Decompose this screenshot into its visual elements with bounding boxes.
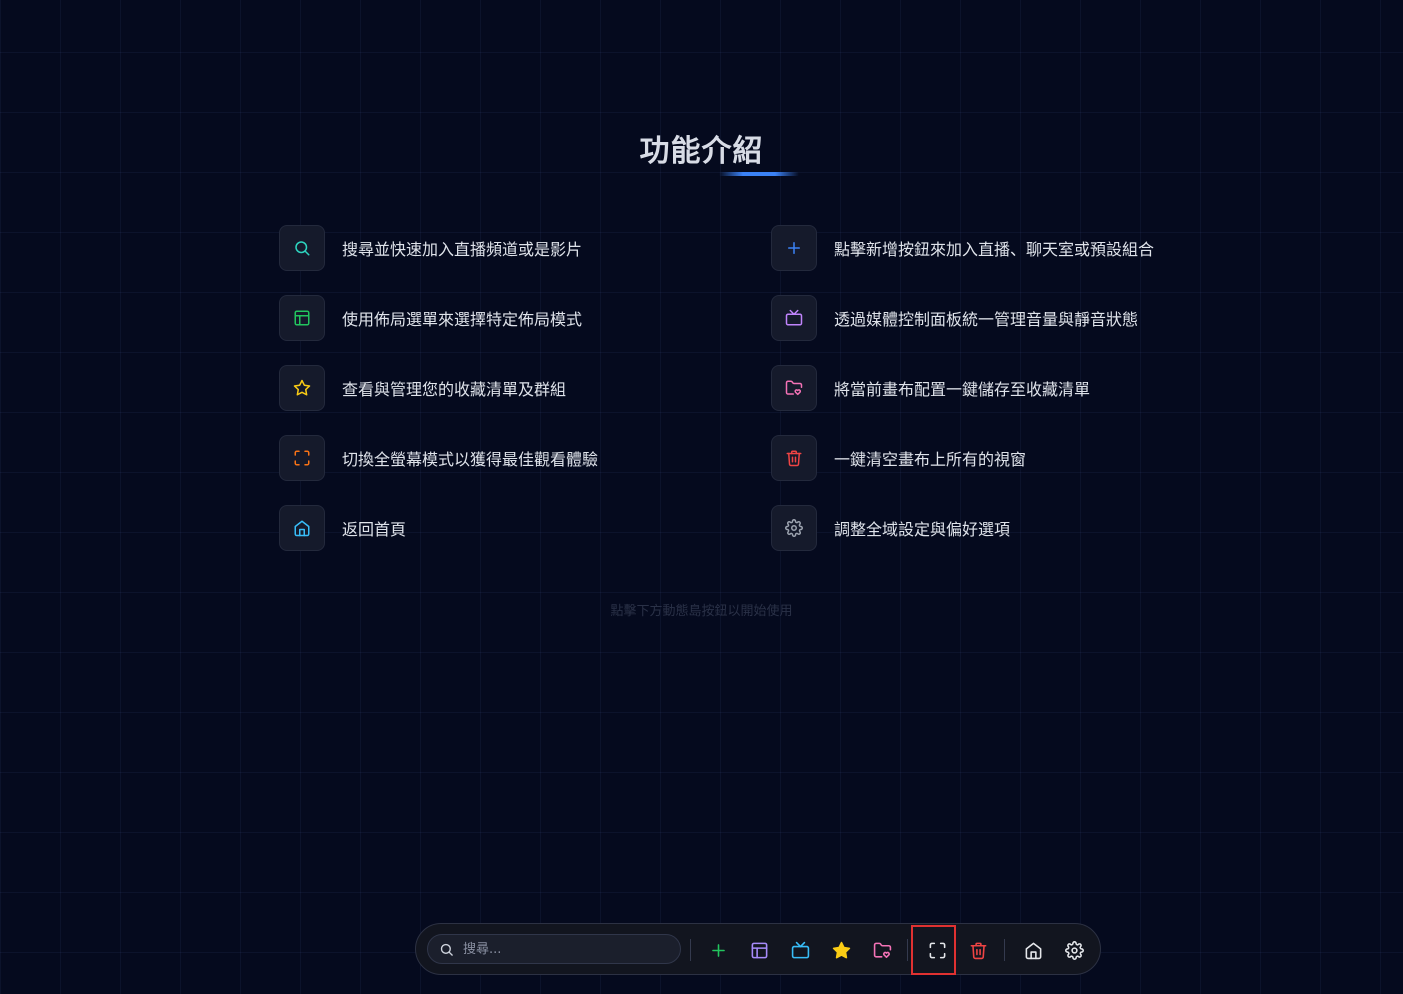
folder-heart-icon [873, 941, 892, 960]
feature-text: 將當前畫布配置一鍵儲存至收藏清單 [834, 380, 1091, 399]
feature-icon-box [279, 435, 325, 481]
media-button[interactable] [785, 935, 815, 965]
trash-icon [969, 941, 988, 960]
dock-divider [1004, 939, 1005, 961]
feature-icon-box [771, 435, 817, 481]
feature-clear: 一鍵清空畫布上所有的視窗 [771, 435, 1026, 481]
save-favorite-button[interactable] [867, 935, 897, 965]
feature-media: 透過媒體控制面板統一管理音量與靜音狀態 [771, 295, 1138, 341]
feature-text: 返回首頁 [342, 520, 407, 539]
feature-icon-box [279, 365, 325, 411]
settings-button[interactable] [1059, 935, 1089, 965]
feature-icon-box [279, 505, 325, 551]
dock-divider [907, 939, 908, 961]
favorites-button[interactable] [826, 935, 856, 965]
feature-text: 一鍵清空畫布上所有的視窗 [834, 450, 1027, 469]
feature-icon-box [279, 225, 325, 271]
feature-icon-box [279, 295, 325, 341]
tv-icon [785, 309, 803, 327]
feature-icon-box [771, 225, 817, 271]
layout-icon [750, 941, 769, 960]
fullscreen-icon [293, 449, 311, 467]
star-icon [293, 379, 311, 397]
trash-icon [785, 449, 803, 467]
highlight-box [911, 925, 956, 975]
layout-icon [293, 309, 311, 327]
tv-icon [791, 941, 810, 960]
feature-text: 查看與管理您的收藏清單及群組 [342, 380, 567, 399]
feature-favorites: 查看與管理您的收藏清單及群組 [279, 365, 566, 411]
feature-text: 搜尋並快速加入直播頻道或是影片 [342, 240, 583, 259]
feature-icon-box [771, 365, 817, 411]
feature-fullscreen: 切換全螢幕模式以獲得最佳觀看體驗 [279, 435, 598, 481]
feature-layout: 使用佈局選單來選擇特定佈局模式 [279, 295, 582, 341]
home-icon [1024, 941, 1043, 960]
dock-divider [690, 939, 691, 961]
settings-icon [1064, 940, 1084, 960]
star-filled-icon [832, 941, 851, 960]
search-icon [439, 942, 454, 957]
feature-search: 搜尋並快速加入直播頻道或是影片 [279, 225, 582, 271]
feature-icon-box [771, 505, 817, 551]
clear-button[interactable] [963, 935, 993, 965]
start-hint: 點擊下方動態島按鈕以開始使用 [610, 604, 793, 619]
feature-text: 點擊新增按鈕來加入直播、聊天室或預設組合 [834, 240, 1155, 259]
add-button[interactable] [703, 935, 733, 965]
dynamic-island-dock [415, 923, 1101, 975]
feature-text: 調整全域設定與偏好選項 [834, 520, 1011, 539]
feature-save: 將當前畫布配置一鍵儲存至收藏清單 [771, 365, 1090, 411]
feature-home: 返回首頁 [279, 505, 406, 551]
page-title: 功能介紹 [639, 134, 764, 169]
search-input[interactable] [461, 940, 665, 958]
plus-icon [785, 239, 803, 257]
feature-icon-box [771, 295, 817, 341]
layout-button[interactable] [744, 935, 774, 965]
feature-settings: 調整全域設定與偏好選項 [771, 505, 1010, 551]
settings-icon [785, 519, 803, 537]
home-button[interactable] [1018, 935, 1048, 965]
folder-heart-icon [785, 379, 803, 397]
feature-text: 透過媒體控制面板統一管理音量與靜音狀態 [834, 310, 1139, 329]
intro-page: 功能介紹 搜尋並快速加入直播頻道或是影片 點擊新增按鈕來加入直播、聊天室或預設組… [0, 0, 1403, 994]
feature-text: 切換全螢幕模式以獲得最佳觀看體驗 [342, 450, 599, 469]
title-underline [719, 172, 799, 176]
search-icon [293, 239, 311, 257]
home-icon [293, 519, 311, 537]
plus-icon [709, 941, 728, 960]
feature-text: 使用佈局選單來選擇特定佈局模式 [342, 310, 583, 329]
feature-add: 點擊新增按鈕來加入直播、聊天室或預設組合 [771, 225, 1154, 271]
search-box[interactable] [427, 934, 681, 964]
